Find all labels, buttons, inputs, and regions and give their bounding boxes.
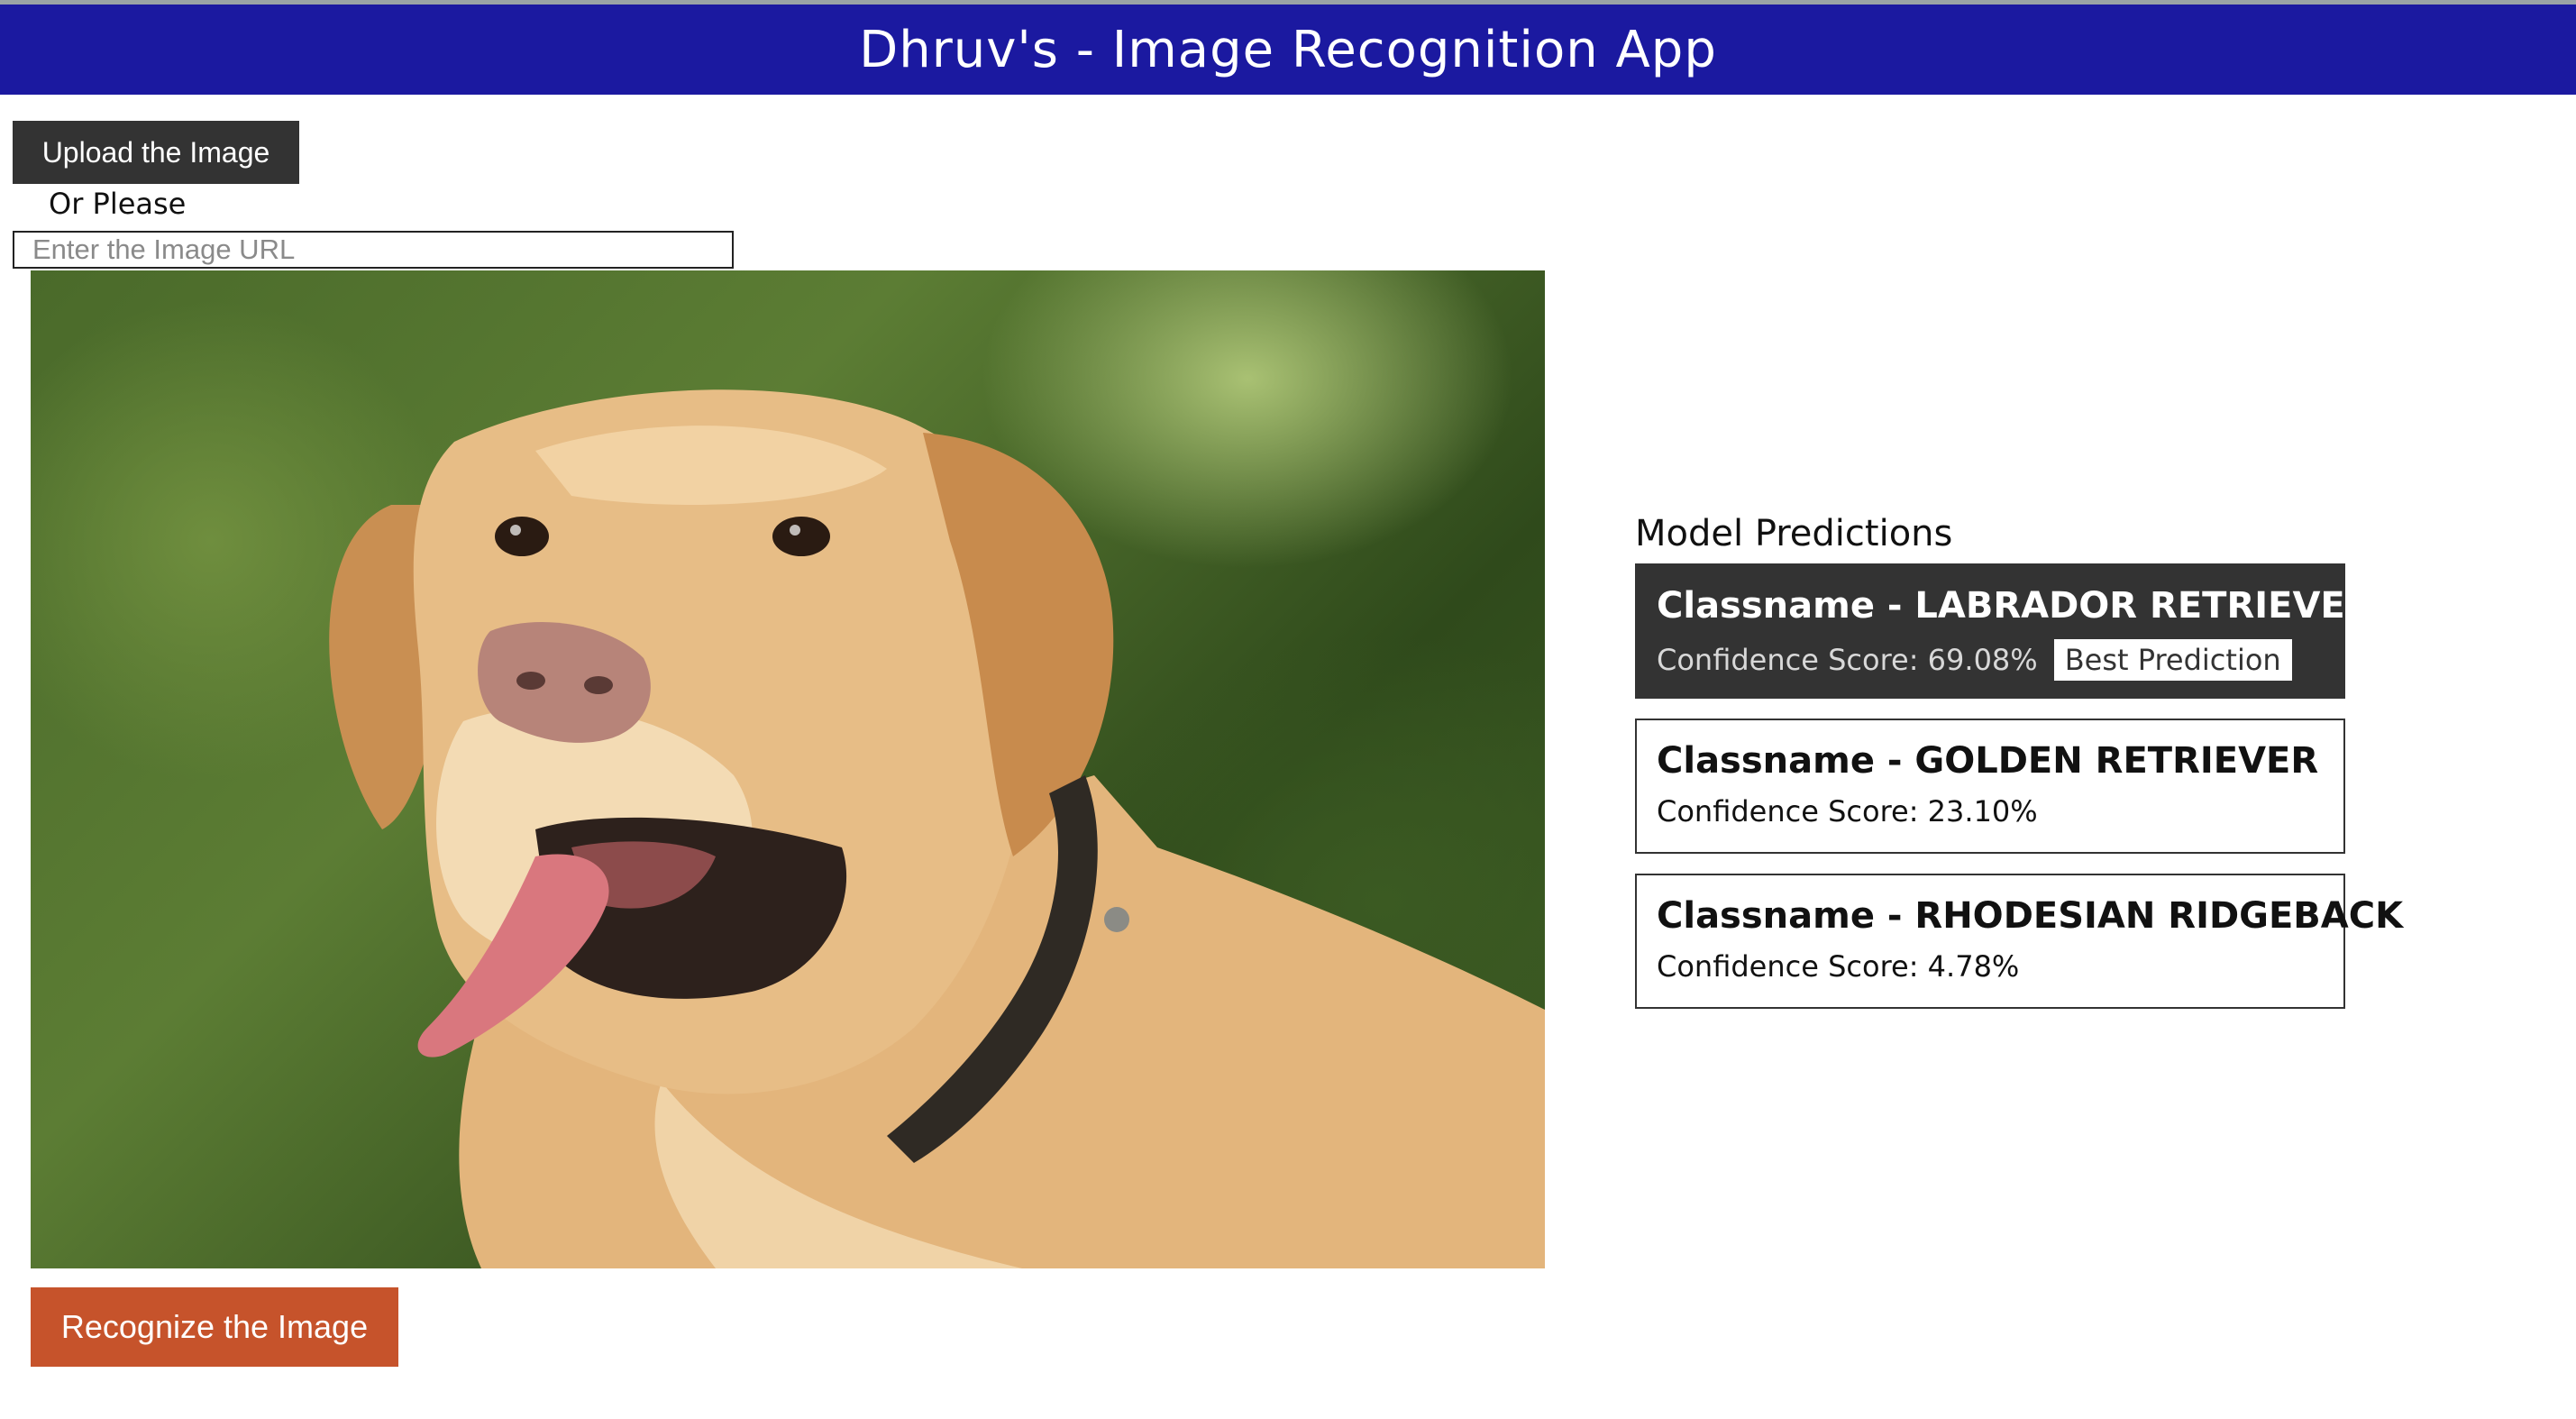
prediction-confidence: Confidence Score: 4.78% (1657, 949, 2020, 984)
app-header: Dhruv's - Image Recognition App (0, 5, 2576, 95)
or-please-label: Or Please (49, 187, 187, 221)
dog-illustration (329, 389, 1545, 1268)
prediction-confidence: Confidence Score: 69.08% (1657, 643, 2038, 677)
prediction-confidence: Confidence Score: 23.10% (1657, 794, 2038, 829)
predictions-title: Model Predictions (1635, 513, 1953, 554)
recognize-image-button[interactable]: Recognize the Image (31, 1287, 398, 1367)
prediction-classname: Classname - LABRADOR RETRIEVER (1657, 585, 2373, 627)
prediction-card: Classname - GOLDEN RETRIEVER Confidence … (1635, 719, 2345, 854)
prediction-classname: Classname - RHODESIAN RIDGEBACK (1657, 895, 2404, 937)
image-url-input[interactable] (13, 231, 734, 269)
prediction-card: Classname - RHODESIAN RIDGEBACK Confiden… (1635, 874, 2404, 1009)
best-prediction-badge: Best Prediction (2053, 639, 2292, 681)
prediction-classname: Classname - GOLDEN RETRIEVER (1657, 740, 2319, 782)
app-title: Dhruv's - Image Recognition App (859, 20, 1717, 79)
upload-image-button[interactable]: Upload the Image (13, 121, 299, 184)
prediction-card-best: Classname - LABRADOR RETRIEVER Confidenc… (1635, 563, 2373, 699)
uploaded-image (31, 270, 1545, 1268)
